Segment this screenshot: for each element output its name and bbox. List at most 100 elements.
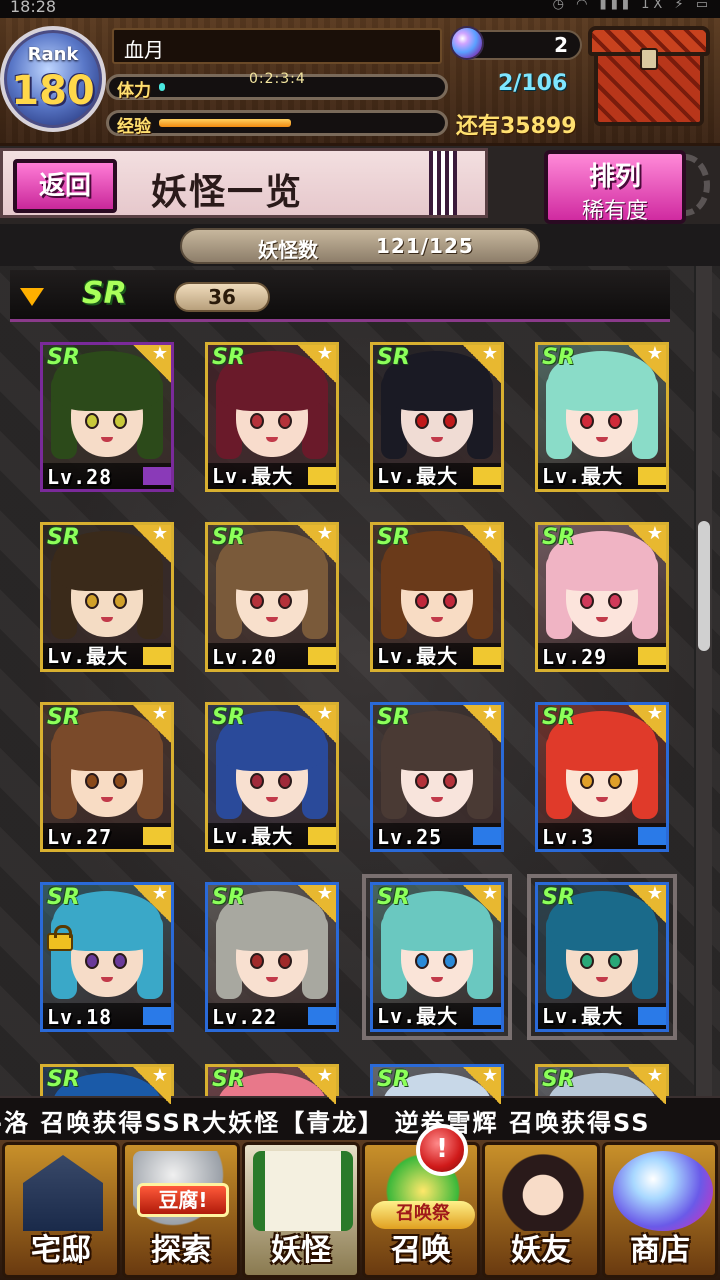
yokai-card[interactable]: SR Lv.最大 [370, 522, 504, 672]
level-text: Lv.最大 [542, 464, 624, 488]
scrollbar[interactable] [694, 266, 712, 1104]
yokai-card[interactable]: SR Lv.3 [535, 702, 669, 852]
level-text: Lv.最大 [47, 644, 129, 668]
level-text: Lv.最大 [212, 464, 294, 488]
summon-event-tag: 召唤祭 [371, 1201, 475, 1229]
rarity-section-header[interactable]: SR 36 [10, 270, 670, 322]
rarity-badge: SR [377, 705, 410, 730]
star-icon [133, 885, 171, 923]
yokai-count-pill: 妖怪数 121/125 [180, 228, 540, 264]
star-icon [298, 345, 336, 383]
yokai-card[interactable]: SR Lv.最大 [205, 702, 339, 852]
star-icon [628, 1067, 666, 1104]
yokai-card[interactable]: SR Lv.最大 [370, 342, 504, 492]
yokai-card[interactable]: SR Lv.最大 [205, 342, 339, 492]
rank-badge[interactable]: Rank 180 [0, 26, 106, 132]
nav-yokai-label: 妖怪 [271, 1233, 331, 1268]
rarity-badge: SR [542, 705, 575, 730]
clock: 18:28 [10, 0, 57, 16]
level-text: Lv.29 [542, 645, 608, 669]
yokai-card[interactable]: SR Lv.18 [40, 882, 174, 1032]
yokai-card[interactable]: SR Lv.28 [40, 342, 174, 492]
yokai-card[interactable]: SR Lv.最大 [527, 874, 677, 1040]
nav-home[interactable]: 宅邸 [2, 1142, 120, 1278]
rarity-badge: SR [47, 1067, 80, 1092]
sort-mode-label: 稀有度 [581, 199, 648, 224]
yokai-list[interactable]: SR 36 SR Lv.28 SR Lv.最大 SR Lv.最大 SR Lv.最大 SR Lv.最… [0, 266, 720, 1104]
exp-label: 经验 [117, 117, 151, 137]
level-text: Lv.3 [542, 825, 595, 849]
section-rarity-label: SR [82, 276, 127, 311]
exp-fill [159, 119, 292, 127]
mansion-icon [23, 1155, 103, 1231]
nav-shop-label: 商店 [630, 1233, 690, 1268]
nav-home-label: 宅邸 [31, 1233, 91, 1268]
nav-summon-label: 召唤 [391, 1233, 451, 1268]
rarity-badge: SR [47, 525, 80, 550]
nav-yokai[interactable]: 妖怪 [242, 1142, 360, 1278]
lock-icon [47, 925, 73, 951]
bottom-nav: 宅邸 豆腐! 探索 妖怪 召唤祭 召唤 妖友 商店 [0, 1140, 720, 1280]
yokai-card[interactable]: SR Lv.最大 [40, 522, 174, 672]
yokai-card[interactable]: SR Lv.22 [205, 882, 339, 1032]
star-icon [463, 705, 501, 743]
player-name-box[interactable]: 血月 [112, 28, 442, 64]
yokai-card[interactable]: SR Lv.20 [205, 522, 339, 672]
rarity-badge: SR [542, 885, 575, 910]
level-text: Lv.18 [47, 1005, 113, 1029]
title-bar: 返回 妖怪一览 排列 稀有度 [0, 146, 720, 224]
star-icon [463, 1067, 501, 1104]
rarity-badge: SR [377, 345, 410, 370]
yokai-card[interactable]: SR Lv.29 [535, 522, 669, 672]
system-icons: ◷ ◠ ▮▮▮ 1X ⚡ ▭ [552, 0, 712, 12]
rarity-badge: SR [47, 345, 80, 370]
star-icon [628, 345, 666, 383]
rarity-badge: SR [377, 525, 410, 550]
nav-shop[interactable]: 商店 [602, 1142, 718, 1278]
star-icon [298, 525, 336, 563]
yokai-count-value: 121/125 [376, 234, 474, 258]
yokai-card[interactable]: SR Lv.最大 [362, 874, 512, 1040]
stamina-bar: 体力 0:2:3:4 [106, 71, 448, 101]
remaining-points: 还有35899 [456, 114, 577, 139]
gem-count: 2 [554, 33, 568, 57]
nav-friends[interactable]: 妖友 [482, 1142, 600, 1278]
title-panel: 返回 妖怪一览 [0, 148, 488, 218]
sort-button[interactable]: 排列 稀有度 [544, 150, 686, 224]
friend-avatar-icon [493, 1151, 593, 1231]
page-title: 妖怪一览 [151, 171, 304, 213]
gem-counter[interactable]: 2 [450, 26, 582, 60]
rarity-badge: SR [542, 525, 575, 550]
stamina-label: 体力 [117, 81, 151, 101]
level-text: Lv.27 [47, 825, 113, 849]
rank-number: 180 [11, 68, 95, 114]
player-hud: Rank 180 血月 体力 0:2:3:4 经验 2 2/106 还有3589… [0, 18, 720, 146]
rank-label: Rank [27, 44, 79, 65]
rarity-badge: SR [542, 1067, 575, 1092]
star-icon [133, 1067, 171, 1104]
rarity-badge: SR [47, 885, 80, 910]
section-count: 36 [174, 282, 270, 312]
status-bar: 18:28 ◷ ◠ ▮▮▮ 1X ⚡ ▭ [0, 0, 720, 18]
star-icon [133, 345, 171, 383]
yokai-scroll-icon [253, 1151, 353, 1231]
rarity-badge: SR [212, 705, 245, 730]
level-text: Lv.25 [377, 825, 443, 849]
yokai-count-label: 妖怪数 [258, 238, 318, 262]
rarity-badge: SR [542, 345, 575, 370]
shop-orb-icon [613, 1151, 713, 1231]
yokai-card[interactable]: SR Lv.最大 [535, 342, 669, 492]
nav-explore[interactable]: 豆腐! 探索 [122, 1142, 240, 1278]
scroll-thumb[interactable] [698, 520, 710, 651]
back-button[interactable]: 返回 [13, 159, 117, 213]
level-text: Lv.最大 [212, 824, 294, 848]
treasure-chest-icon[interactable] [588, 22, 712, 132]
collapse-triangle-icon[interactable] [20, 288, 44, 306]
star-icon [298, 1067, 336, 1104]
level-text: Lv.最大 [377, 644, 459, 668]
star-icon [628, 705, 666, 743]
yokai-card[interactable]: SR Lv.27 [40, 702, 174, 852]
exp-bar: 经验 [106, 110, 448, 137]
rarity-badge: SR [212, 1067, 245, 1092]
yokai-card[interactable]: SR Lv.25 [370, 702, 504, 852]
